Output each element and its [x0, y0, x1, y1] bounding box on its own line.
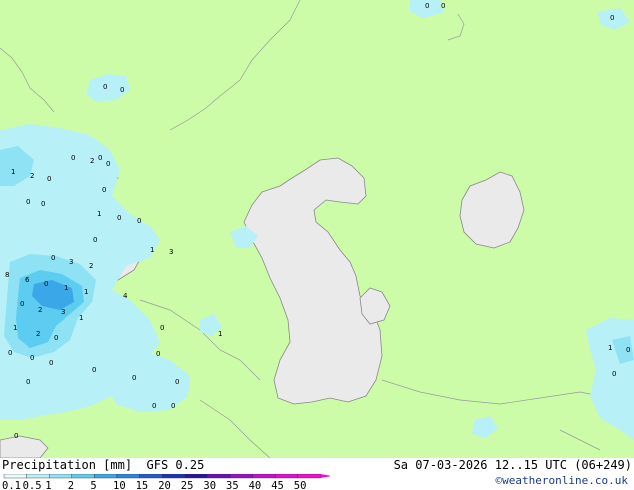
- precip-value-label: 2: [36, 330, 40, 338]
- precip-value-label: 0: [137, 217, 141, 225]
- precip-value-label: 0: [71, 154, 75, 162]
- precip-value-label: 0: [26, 198, 30, 206]
- precip-value-label: 0: [44, 280, 48, 288]
- scale-label: 0.1: [2, 480, 21, 490]
- precip-value-label: 8: [5, 271, 9, 279]
- scale-swatch: [94, 474, 118, 479]
- scale-label: 15: [136, 480, 149, 490]
- precip-value-label: 0: [20, 300, 24, 308]
- model-name: GFS 0.25: [146, 458, 205, 472]
- scale-swatch: [3, 474, 27, 479]
- precip-value-label: 1: [97, 210, 101, 218]
- precip-value-label: 0: [171, 402, 175, 410]
- precip-value-label: 0: [120, 86, 124, 94]
- precip-value-label: 1: [84, 288, 88, 296]
- scale-swatch: [297, 474, 321, 479]
- scale-label: 20: [158, 480, 171, 490]
- precip-value-label: 0: [98, 154, 102, 162]
- scale-swatch: [275, 474, 299, 479]
- precip-value-label: 0: [14, 432, 18, 440]
- scale-label: 5: [90, 480, 96, 490]
- map-title: Precipitation [mm] GFS 0.25: [2, 458, 204, 472]
- precip-value-label: 2: [38, 306, 42, 314]
- precip-value-label: 0: [8, 349, 12, 357]
- scale-label: 30: [203, 480, 216, 490]
- title-text: Precipitation [mm]: [2, 458, 133, 472]
- precip-value-label: 0: [92, 366, 96, 374]
- precip-value-label: 3: [61, 308, 65, 316]
- scale-swatch: [26, 474, 50, 479]
- precip-value-label: 1: [11, 168, 15, 176]
- precip-value-label: 1: [13, 324, 17, 332]
- precip-value-label: 2: [89, 262, 93, 270]
- scale-label: 40: [249, 480, 262, 490]
- precip-value-label: 2: [30, 172, 34, 180]
- precip-value-label: 3: [169, 248, 173, 256]
- precip-value-label: 0: [626, 346, 630, 354]
- precipitation-map: 0 000 00 02 01 2 000 01 0 001 30 3 286 0 1 1 402 3112 0010…: [0, 0, 634, 458]
- precip-value-label: 0: [103, 83, 107, 91]
- precip-value-label: 2: [90, 157, 94, 165]
- precip-value-label: 0: [441, 2, 445, 10]
- precip-value-label: 6: [25, 276, 30, 284]
- scale-label: 50: [294, 480, 307, 490]
- precip-value-label: 0: [425, 2, 429, 10]
- scale-swatch: [71, 474, 95, 479]
- credit-link[interactable]: ©weatheronline.co.uk: [496, 474, 628, 488]
- scale-label: 25: [181, 480, 194, 490]
- scale-label: 2: [68, 480, 74, 490]
- precip-value-label: 0: [51, 254, 55, 262]
- scale-label: 0.5: [23, 480, 42, 490]
- scale-swatch: [116, 474, 140, 479]
- precip-value-label: 0: [610, 14, 614, 22]
- precip-value-label: 0: [102, 186, 106, 194]
- precip-value-label: 0: [160, 324, 164, 332]
- scale-swatch: [184, 474, 208, 479]
- precip-value-label: 3: [69, 258, 73, 266]
- scale-swatch: [139, 474, 163, 479]
- color-scale: 0.1 0.5 1 2 5 10 15 20 25 30 35 40 45 50: [2, 474, 330, 490]
- scale-label: 35: [226, 480, 239, 490]
- scale-swatch: [229, 474, 253, 479]
- precip-value-label: 1: [218, 330, 222, 338]
- precip-value-label: 0: [156, 350, 160, 358]
- precip-value-label: 1: [150, 246, 154, 254]
- precip-value-label: 0: [30, 354, 34, 362]
- precip-value-label: 0: [175, 378, 179, 386]
- precip-value-label: 1: [608, 344, 612, 352]
- scale-arrow: [320, 474, 330, 478]
- scale-swatch: [252, 474, 276, 479]
- scale-swatch: [49, 474, 73, 479]
- precip-value-label: 0: [41, 200, 45, 208]
- scale-label: 45: [271, 480, 284, 490]
- scale-label: 1: [45, 480, 51, 490]
- scale-swatch: [161, 474, 185, 479]
- precip-value-label: 4: [123, 292, 128, 300]
- footer-bar: Precipitation [mm] GFS 0.25 Sa 07-03-202…: [0, 458, 634, 490]
- precip-value-label: 0: [152, 402, 156, 410]
- precip-value-label: 0: [26, 378, 30, 386]
- scale-swatch: [207, 474, 231, 479]
- precip-value-label: 1: [79, 314, 83, 322]
- precip-value-label: 0: [132, 374, 136, 382]
- precip-value-label: 0: [49, 359, 53, 367]
- run-time: Sa 07-03-2026 12..15 UTC (06+249): [393, 458, 632, 472]
- scale-label: 10: [113, 480, 126, 490]
- precip-value-label: 0: [54, 334, 58, 342]
- precip-value-label: 0: [47, 175, 51, 183]
- precip-value-label: 1: [64, 284, 68, 292]
- precip-value-label: 0: [93, 236, 97, 244]
- precip-value-label: 0: [106, 160, 110, 168]
- precip-value-label: 0: [612, 370, 616, 378]
- precip-value-label: 0: [117, 214, 121, 222]
